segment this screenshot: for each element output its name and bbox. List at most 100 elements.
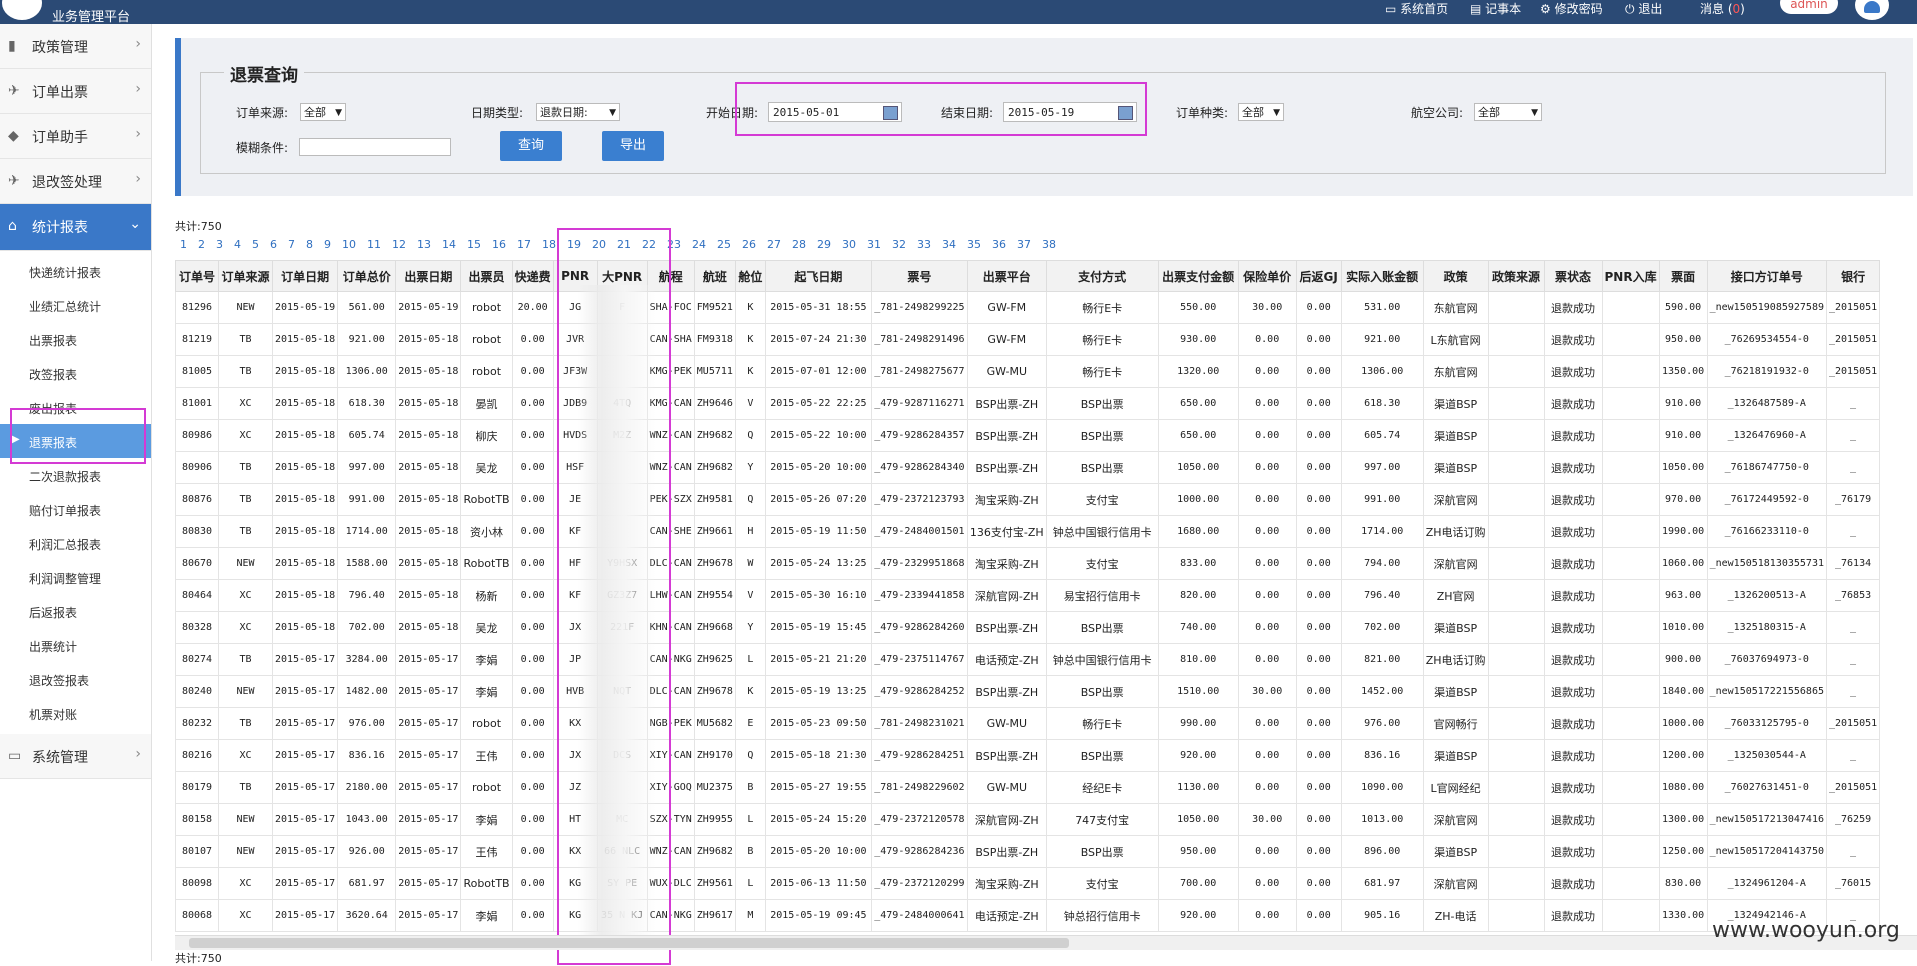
column-header[interactable]: 出票员 — [460, 260, 513, 292]
column-header[interactable]: 出票平台 — [966, 260, 1047, 292]
table-row[interactable]: 80876 TB 2015-05-18 991.00 2015-05-18 RobotTB… — [175, 483, 1881, 516]
table-row[interactable]: 80670 NEW 2015-05-18 1588.00 2015-05-18 Robot… — [175, 547, 1881, 580]
page-link[interactable]: 27 — [767, 238, 781, 251]
sidebar-item-refund-change[interactable]: ✈ 退改签处理 › — [0, 159, 151, 204]
page-link[interactable]: 2 — [198, 238, 205, 251]
page-link[interactable]: 35 — [967, 238, 981, 251]
column-header[interactable]: 接口方订单号 — [1706, 260, 1827, 292]
page-link[interactable]: 26 — [742, 238, 756, 251]
table-row[interactable]: 80107 NEW 2015-05-17 926.00 2015-05-17 王伟 0.00… — [175, 835, 1881, 868]
airline-select[interactable]: 全部 ▼ — [1474, 103, 1542, 121]
page-link[interactable]: 18 — [542, 238, 556, 251]
page-link[interactable]: 30 — [842, 238, 856, 251]
table-row[interactable]: 80328 XC 2015-05-18 702.00 2015-05-18 吴龙 0.00 J… — [175, 611, 1881, 644]
table-row[interactable]: 81005 TB 2015-05-18 1306.00 2015-05-18 robot 0… — [175, 355, 1881, 388]
page-link[interactable]: 31 — [867, 238, 881, 251]
sub-item-change-report[interactable]: 改签报表 — [0, 356, 151, 390]
page-link[interactable]: 38 — [1042, 238, 1056, 251]
table-row[interactable]: 81219 TB 2015-05-18 921.00 2015-05-18 robot 0.… — [175, 323, 1881, 356]
page-link[interactable]: 11 — [367, 238, 381, 251]
page-link[interactable]: 7 — [288, 238, 295, 251]
sub-item-rebate[interactable]: 后返报表 — [0, 594, 151, 628]
column-header[interactable]: 银行 — [1825, 260, 1881, 292]
column-header[interactable]: 支付方式 — [1045, 260, 1159, 292]
nav-messages[interactable]: 消息 (0) — [1700, 0, 1745, 17]
page-link[interactable]: 17 — [517, 238, 531, 251]
sidebar-item-reports[interactable]: ⌂ 统计报表 ⌄ — [0, 204, 151, 251]
table-row[interactable]: 80158 NEW 2015-05-17 1043.00 2015-05-17 李娟 0.0… — [175, 803, 1881, 836]
table-row[interactable]: 80179 TB 2015-05-17 2180.00 2015-05-17 robot 0… — [175, 771, 1881, 804]
sub-item-ticket-stats[interactable]: 出票统计 — [0, 628, 151, 662]
column-header[interactable]: 订单号 — [175, 260, 219, 292]
column-header[interactable]: 票号 — [870, 260, 968, 292]
column-header[interactable]: 订单总价 — [337, 260, 397, 292]
page-link[interactable]: 28 — [792, 238, 806, 251]
sub-item-profit-adjust[interactable]: 利润调整管理 — [0, 560, 151, 594]
page-link[interactable]: 34 — [942, 238, 956, 251]
order-source-select[interactable]: 全部 ▼ — [300, 103, 346, 121]
nav-home[interactable]: ▭ 系统首页 — [1385, 0, 1448, 17]
table-row[interactable]: 80906 TB 2015-05-18 997.00 2015-05-18 吴龙 0.00 H… — [175, 451, 1881, 484]
column-header[interactable]: 快递费 — [511, 260, 554, 292]
page-link[interactable]: 3 — [216, 238, 223, 251]
page-link[interactable]: 29 — [817, 238, 831, 251]
column-header[interactable]: 起飞日期 — [764, 260, 872, 292]
page-link[interactable]: 6 — [270, 238, 277, 251]
table-row[interactable]: 80274 TB 2015-05-17 3284.00 2015-05-17 李娟 0.00… — [175, 643, 1881, 676]
column-header[interactable]: 政策 — [1422, 260, 1489, 292]
column-header[interactable]: 票状态 — [1543, 260, 1603, 292]
page-link[interactable]: 36 — [992, 238, 1006, 251]
page-link[interactable]: 15 — [467, 238, 481, 251]
column-header[interactable]: 后返GJ — [1295, 260, 1342, 292]
page-link[interactable]: 33 — [917, 238, 931, 251]
column-header[interactable]: 订单日期 — [271, 260, 339, 292]
page-link[interactable]: 24 — [692, 238, 706, 251]
user-badge[interactable]: admin — [1780, 0, 1838, 14]
order-type-select[interactable]: 全部 ▼ — [1238, 103, 1284, 121]
page-link[interactable]: 13 — [417, 238, 431, 251]
column-header[interactable]: 舱位 — [734, 260, 766, 292]
table-row[interactable]: 80986 XC 2015-05-18 605.74 2015-05-18 柳庆 0.00 H… — [175, 419, 1881, 452]
sub-item-ticket-report[interactable]: 出票报表 — [0, 322, 151, 356]
page-link[interactable]: 5 — [252, 238, 259, 251]
sub-item-performance[interactable]: 业绩汇总统计 — [0, 288, 151, 322]
sidebar-item-assistant[interactable]: ◆ 订单助手 › — [0, 114, 151, 159]
table-row[interactable]: 80830 TB 2015-05-18 1714.00 2015-05-18 资小林 0.0… — [175, 515, 1881, 548]
sub-item-express[interactable]: 快递统计报表 — [0, 254, 151, 288]
export-button[interactable]: 导出 — [602, 131, 664, 161]
column-header[interactable]: 出票日期 — [395, 260, 462, 292]
page-link[interactable]: 4 — [234, 238, 241, 251]
table-row[interactable]: 80068 XC 2015-05-17 3620.64 2015-05-17 李娟 0.00… — [175, 899, 1881, 932]
page-link[interactable]: 10 — [342, 238, 356, 251]
page-link[interactable]: 32 — [892, 238, 906, 251]
page-link[interactable]: 14 — [442, 238, 456, 251]
nav-notes[interactable]: ▤ 记事本 — [1470, 0, 1521, 17]
table-row[interactable]: 80464 XC 2015-05-18 796.40 2015-05-18 杨新 0.00 K… — [175, 579, 1881, 612]
column-header[interactable]: 实际入账金额 — [1340, 260, 1424, 292]
page-link[interactable]: 8 — [306, 238, 313, 251]
column-header[interactable]: 保险单价 — [1237, 260, 1297, 292]
table-row[interactable]: 81001 XC 2015-05-18 618.30 2015-05-18 晏凯 0.00 J… — [175, 387, 1881, 420]
page-link[interactable]: 37 — [1017, 238, 1031, 251]
column-header[interactable]: 票面 — [1658, 260, 1708, 292]
date-type-select[interactable]: 退款日期: ▼ — [536, 103, 620, 121]
nav-change-password[interactable]: ⚙ 修改密码 — [1540, 0, 1603, 17]
sidebar-item-policy[interactable]: ▮ 政策管理 › — [0, 24, 151, 69]
query-button[interactable]: 查询 — [500, 131, 562, 161]
sidebar-item-system[interactable]: ▭ 系统管理 › — [0, 734, 151, 779]
sidebar-item-ticketing[interactable]: ✈ 订单出票 › — [0, 69, 151, 114]
scrollbar-thumb[interactable] — [189, 938, 1069, 948]
sub-item-compensation[interactable]: 赔付订单报表 — [0, 492, 151, 526]
avatar-icon[interactable] — [1855, 0, 1889, 20]
sub-item-profit-summary[interactable]: 利润汇总报表 — [0, 526, 151, 560]
column-header[interactable]: 出票支付金额 — [1157, 260, 1239, 292]
table-row[interactable]: 80216 XC 2015-05-17 836.16 2015-05-17 王伟 0.00 J… — [175, 739, 1881, 772]
sub-item-refund-change-report[interactable]: 退改签报表 — [0, 662, 151, 696]
horizontal-scrollbar[interactable] — [175, 935, 1917, 950]
page-link[interactable]: 1 — [180, 238, 187, 251]
table-row[interactable]: 80240 NEW 2015-05-17 1482.00 2015-05-17 李娟 0.0… — [175, 675, 1881, 708]
page-link[interactable]: 25 — [717, 238, 731, 251]
table-row[interactable]: 81296 NEW 2015-05-19 561.00 2015-05-19 robot 2… — [175, 291, 1881, 324]
column-header[interactable]: 政策来源 — [1487, 260, 1545, 292]
nav-logout[interactable]: ⏻ 退出 — [1625, 0, 1662, 17]
